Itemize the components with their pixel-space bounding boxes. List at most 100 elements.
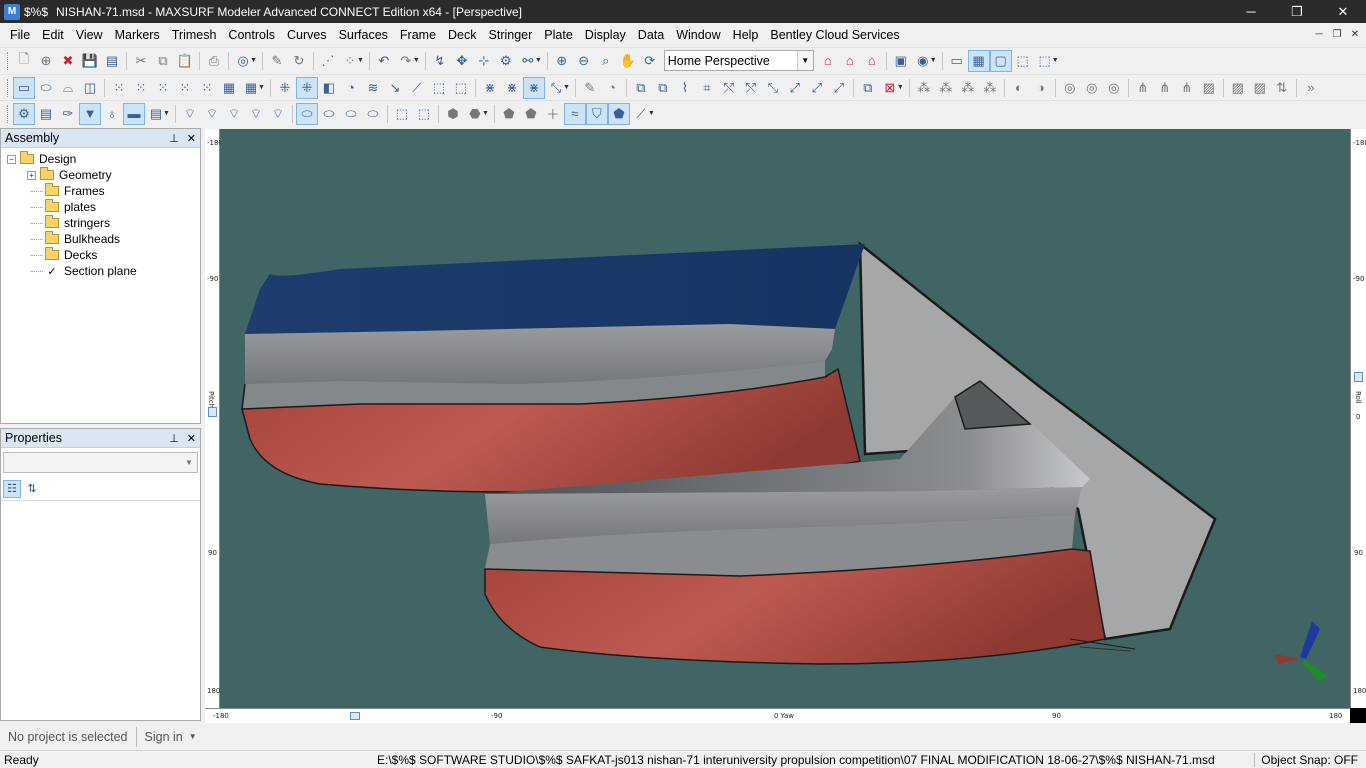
smooth-icon[interactable]: ⤢ [784,77,806,99]
develop-edit-icon[interactable]: ▨ [1249,77,1271,99]
sign-in-button[interactable]: Sign in ▼ [137,727,205,747]
snap-grid-icon[interactable]: ⬚ [1012,50,1034,72]
waterline-icon[interactable]: ≈ [563,102,586,125]
set-home-icon[interactable]: ⌂ [839,50,861,72]
menu-deck[interactable]: Deck [442,23,482,47]
hull-view-active-icon[interactable]: ⬭ [295,102,318,125]
pitch-slider-handle[interactable] [208,407,217,417]
shaded-2-icon[interactable]: ⬟ [520,103,542,125]
candle-icon[interactable]: ♁ [101,103,123,125]
profile-view-icon[interactable]: ⬭ [35,77,57,99]
markers-icon[interactable]: ⁂ [913,77,935,99]
tree-item-plates[interactable]: plates [7,199,200,215]
frame-add-icon[interactable]: ◎ [1081,77,1103,99]
categorized-icon[interactable]: ☷ [3,479,21,498]
marker-edit-icon[interactable]: ⁂ [979,77,1001,99]
tree-item-geometry[interactable]: + Geometry [7,167,200,183]
column-icon[interactable]: ⁙ [196,77,218,99]
menu-file[interactable]: File [4,23,36,47]
calc-icon[interactable]: ◑ [1030,77,1052,99]
fit-icon[interactable]: ⤡ [762,77,784,99]
hydrostatics-icon[interactable]: ◐ [1008,77,1030,99]
checkmark-icon[interactable]: ✓ [45,265,59,278]
arc-icon[interactable]: ◔ [601,77,623,99]
split-icon[interactable]: ⤲ [740,77,762,99]
close-icon[interactable]: ✕ [187,432,196,445]
menu-view[interactable]: View [70,23,109,47]
hull-section-2-icon[interactable]: ⌔ [201,103,223,125]
select-points-icon[interactable]: ⋰ [317,50,339,72]
menu-bentley-cloud[interactable]: Bentley Cloud Services [764,23,905,47]
alphabetical-sort-icon[interactable]: ⇅ [23,480,41,498]
section-icon[interactable]: ⬚ [450,77,472,99]
hull-section-4-icon[interactable]: ⌔ [245,103,267,125]
shade-icon[interactable]: ◧ [318,77,340,99]
rotate-icon[interactable]: ⟳ [639,50,661,72]
add-point-icon[interactable]: ⁙ [130,77,152,99]
paste-icon[interactable]: 📋 [174,50,196,72]
minimize-button[interactable]: ─ [1228,0,1274,23]
chevron-down-icon[interactable]: ▼ [181,453,197,472]
object-snap-status[interactable]: Object Snap: OFF [1254,753,1358,767]
stringer-icon[interactable]: ⋔ [1132,77,1154,99]
pin-icon[interactable]: ⊥ [169,432,179,445]
save-icon[interactable]: 💾 [79,50,101,72]
mesh-icon[interactable]: ⋇ [479,77,501,99]
undo-icon[interactable]: ↶ [373,50,395,72]
menu-window[interactable]: Window [670,23,726,47]
mdi-restore-button[interactable]: ❐ [1330,27,1344,41]
project-status[interactable]: No project is selected [0,726,137,747]
home-view-icon[interactable]: ⌂ [817,50,839,72]
refresh-icon[interactable]: ↻ [288,50,310,72]
fill-icon[interactable]: ▬ [123,102,145,125]
draw-icon[interactable]: ✎ [579,77,601,99]
yaw-ruler[interactable]: -180 -90 0 Yaw 90 180 [205,708,1350,723]
nudge-icon[interactable]: ✥ [451,50,473,72]
frame-view-1-icon[interactable]: ⬚ [391,103,413,125]
menu-help[interactable]: Help [727,23,765,47]
menu-display[interactable]: Display [579,23,632,47]
mesh-edit-icon[interactable]: ⋇ [501,77,523,99]
home-settings-icon[interactable]: ⌂ [861,50,883,72]
hull-section-3-icon[interactable]: ⌔ [223,103,245,125]
hull-view-3-icon[interactable]: ⬭ [340,103,362,125]
menu-plate[interactable]: Plate [538,23,579,47]
plate-icon[interactable]: ▨ [1198,77,1220,99]
arrow-icon[interactable]: ↘ [384,77,406,99]
roll-ruler[interactable]: -180 -90 Roll 0 90 180 [1350,129,1366,708]
mdi-minimize-button[interactable]: ─ [1312,27,1326,41]
surface-list-icon[interactable]: ▤ [35,103,57,125]
copy-surface-icon[interactable]: ⧉ [630,77,652,99]
net-active-icon[interactable]: ⁜ [295,76,318,99]
hull-view-2-icon[interactable]: ⬭ [318,103,340,125]
cut-icon[interactable]: ✂ [130,50,152,72]
window-layout-icon[interactable]: ▭ [946,50,968,72]
sort-icon[interactable]: ⇅ [1271,77,1293,99]
new-surface-icon[interactable]: ⊕ [35,50,57,72]
delete-point-icon[interactable]: ⁙ [152,77,174,99]
highlight-icon[interactable]: ▼ [79,102,101,125]
pitch-ruler[interactable]: -180 -90 Pitch 90 180 [205,129,223,708]
straighten-icon[interactable]: ⤢ [828,77,850,99]
frame-copy-icon[interactable]: ◎ [1103,77,1125,99]
overflow-icon[interactable]: » [1300,77,1322,99]
trim-icon[interactable]: ⌇ [674,77,696,99]
zoom-out-icon[interactable]: ⊖ [573,50,595,72]
grid-icon[interactable]: ▦ [967,49,990,72]
settings-gear-icon[interactable]: ⚙ [495,50,517,72]
hull-section-1-icon[interactable]: ⌔ [179,103,201,125]
shaded-icon[interactable]: ⬟ [498,103,520,125]
menu-stringer[interactable]: Stringer [483,23,539,47]
save-as-icon[interactable]: ▤ [101,50,123,72]
tree-item-section-plane[interactable]: ✓ Section plane [7,263,200,279]
close-window-button[interactable]: ✕ [1320,0,1366,23]
roll-slider-handle[interactable] [1354,372,1363,382]
stringer-edit-icon[interactable]: ⋔ [1176,77,1198,99]
marker-delete-icon[interactable]: ⁂ [957,77,979,99]
zoom-in-icon[interactable]: ⊕ [551,50,573,72]
toolbar-grip[interactable] [7,51,10,70]
view-select[interactable]: Home Perspective ▼ [663,50,814,71]
menu-data[interactable]: Data [632,23,670,47]
app-icon[interactable]: M [4,3,20,20]
tree-item-design[interactable]: − Design [7,151,200,167]
